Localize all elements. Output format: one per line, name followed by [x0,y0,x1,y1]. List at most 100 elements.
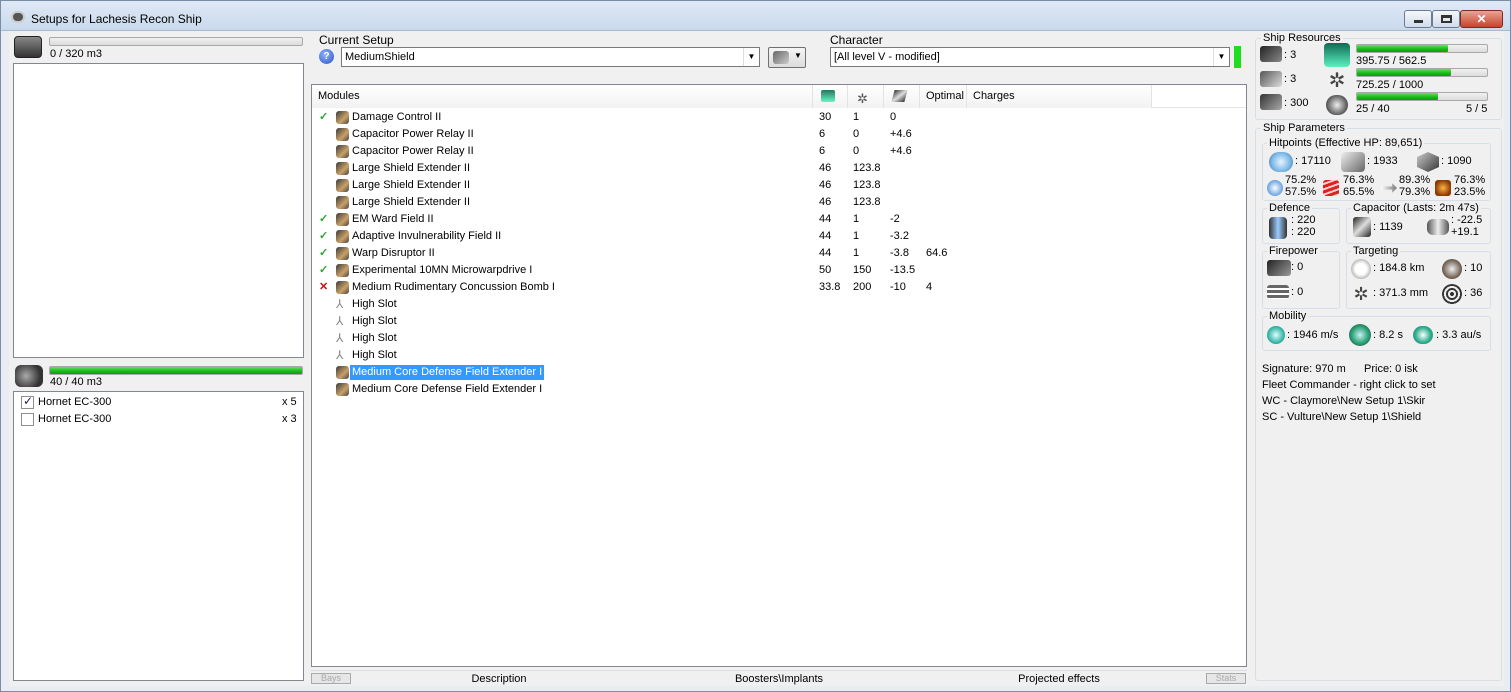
high-slot-icon: ⅄ [336,331,344,345]
squad-commander[interactable]: SC - Vulture\New Setup 1\Shield [1262,411,1421,423]
drone-checkbox[interactable] [21,413,34,426]
module-icon [336,128,349,141]
targeting-range-icon [1351,259,1371,279]
drone-list-item[interactable]: Hornet EC-300 x 3 [14,412,303,429]
modules-table[interactable]: Modules ✲ Optimal Charges ✓ Damage Contro… [311,84,1247,667]
stats-tab[interactable]: Stats [1206,673,1246,684]
module-row[interactable]: Large Shield Extender II 46 123.8 [312,177,1246,194]
explosive-resist-values: 76.3% 23.5% [1454,174,1485,198]
module-row[interactable]: ✓ Adaptive Invulnerability Field II 44 1 -3.… [312,228,1246,245]
module-row[interactable]: Large Shield Extender II 46 123.8 [312,194,1246,211]
module-name: Medium Rudimentary Concussion Bomb I [352,281,555,293]
module-row[interactable]: Medium Core Defense Field Extender I [312,364,1246,381]
firepower-title: Firepower [1267,245,1320,257]
module-row[interactable]: ⅄ High Slot [312,313,1246,330]
capacitor-icon [891,90,908,102]
module-row[interactable]: Capacitor Power Relay II 6 0 +4.6 [312,143,1246,160]
drone-name: Hornet EC-300 [38,413,112,425]
title-bar: Setups for Lachesis Recon Ship ✕ [1,1,1510,31]
drone-checkbox[interactable]: ✓ [21,394,34,409]
em-resist-a: 75.2% [1285,174,1317,186]
shield-hp-value: : 17110 [1295,155,1331,167]
max-velocity-icon [1267,326,1285,344]
module-powergrid: 0 [853,128,860,140]
module-powergrid: 1 [853,230,860,242]
drone-list[interactable]: ✓ Hornet EC-300 x 5 Hornet EC-300 x 3 [13,391,304,681]
structure-hp-icon [1417,152,1439,172]
module-name: Large Shield Extender II [352,196,471,208]
column-header-modules[interactable]: Modules [312,85,813,108]
module-icon [336,281,349,294]
cpu-icon [1324,43,1350,67]
module-name: Large Shield Extender II [352,162,471,174]
column-header-capacitor[interactable] [884,85,920,108]
module-row[interactable]: Medium Core Defense Field Extender I [312,381,1246,398]
cpu-progress-fill [1357,45,1449,52]
warp-speed-icon [1413,326,1433,344]
current-setup-dropdown[interactable]: MediumShield ▼ [341,47,760,67]
module-row[interactable]: ✓ Experimental 10MN Microwarpdrive I 50 150… [312,262,1246,279]
module-row[interactable]: ✓ Warp Disruptor II 44 1 -3.8 64.6 [312,245,1246,262]
wing-commander[interactable]: WC - Claymore\New Setup 1\Skir [1262,395,1425,407]
help-icon[interactable]: ? [319,49,334,64]
bays-tab[interactable]: Bays [311,673,351,684]
minimize-button[interactable] [1404,10,1432,28]
module-icon [336,196,349,209]
module-icon [336,366,349,379]
module-icon [336,247,349,260]
high-slot-icon: ⅄ [336,297,344,311]
cargo-bay-icon [14,36,42,58]
powergrid-icon: ✲ [1328,70,1346,92]
module-cpu: 46 [819,196,832,208]
max-velocity-value: : 1946 m/s [1287,329,1339,341]
powergrid-progress-bar [1356,68,1488,77]
cargo-list[interactable] [13,63,304,358]
module-row[interactable]: Large Shield Extender II 46 123.8 [312,160,1246,177]
module-row[interactable]: ⅄ High Slot [312,296,1246,313]
module-row[interactable]: ✕ Medium Rudimentary Concussion Bomb I 33.… [312,279,1246,296]
turret-hardpoint-icon [1260,46,1282,62]
module-row[interactable]: Capacitor Power Relay II 6 0 +4.6 [312,126,1246,143]
drone-bandwidth-progress-fill [1357,93,1439,100]
module-row[interactable]: ⅄ High Slot [312,347,1246,364]
column-header-cpu[interactable] [813,85,848,108]
drone-bay-progress-fill [50,367,302,374]
status-ok-icon: ✓ [319,230,329,242]
module-powergrid: 150 [853,264,872,276]
cargo-capacity-text: 0 / 320 m3 [50,48,102,60]
column-header-charges[interactable]: Charges [967,85,1152,108]
launcher-hardpoint-icon [1260,71,1282,87]
column-header-optimal[interactable]: Optimal [920,85,967,108]
module-name: Experimental 10MN Microwarpdrive I [352,264,533,276]
high-slot-icon: ⅄ [336,314,344,328]
sensor-strength-icon [1442,284,1462,304]
firepower-group: Firepower : 0 : 0 [1262,245,1340,309]
fleet-commander[interactable]: Fleet Commander - right click to set [1262,379,1436,391]
module-capacitor: -2 [890,213,900,225]
module-icon [336,145,349,158]
capacitor-amount: : 1139 [1373,221,1403,233]
drone-quantity: x 5 [282,396,297,408]
maximize-button[interactable] [1432,10,1460,28]
boosters-implants-tab[interactable]: Boosters\Implants [644,673,914,685]
setup-actions-button[interactable]: ▼ [768,47,806,68]
drone-bay-progress-bar [49,366,303,375]
module-row[interactable]: ✓ EM Ward Field II 44 1 -2 [312,211,1246,228]
kinetic-resist-values: 89.3% 79.3% [1399,174,1430,198]
module-powergrid: 0 [853,145,860,157]
drone-list-item[interactable]: ✓ Hornet EC-300 x 5 [14,394,303,412]
character-dropdown[interactable]: [All level V - modified] ▼ [830,47,1230,67]
module-name: High Slot [352,349,397,361]
module-row[interactable]: ⅄ High Slot [312,330,1246,347]
column-header-powergrid[interactable]: ✲ [848,85,884,108]
armor-hp-value: : 1933 [1367,155,1398,167]
ship-parameters-group: Ship Parameters Hitpoints (Effective HP:… [1255,122,1502,681]
module-cpu: 46 [819,162,832,174]
description-tab[interactable]: Description [354,673,644,685]
module-row[interactable]: ✓ Damage Control II 30 1 0 [312,109,1246,126]
thermal-resist-icon [1323,180,1339,196]
powergrid-value: 725.25 / 1000 [1356,79,1424,91]
close-button[interactable]: ✕ [1460,10,1503,28]
projected-effects-tab[interactable]: Projected effects [914,673,1204,685]
capacitor-rate-b: +19.1 [1451,226,1479,238]
